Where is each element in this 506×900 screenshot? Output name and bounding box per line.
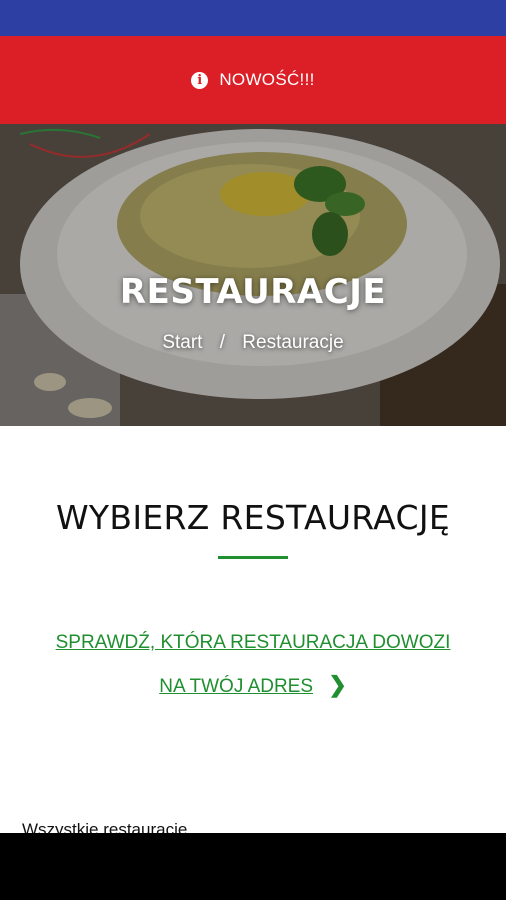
chevron-right-icon[interactable]: ❯ [328,664,346,706]
title-underline [218,556,288,559]
breadcrumb: Start / Restauracje [0,332,506,354]
status-bar [0,0,506,36]
breadcrumb-separator: / [219,332,225,353]
delivery-link-line2[interactable]: NA TWÓJ ADRES [159,676,313,697]
breadcrumb-home-link[interactable]: Start [162,332,202,353]
news-banner[interactable]: i NOWOŚĆ!!! [0,36,506,124]
navigation-bar [0,833,506,900]
delivery-check-link[interactable]: SPRAWDŹ, KTÓRA RESTAURACJA DOWOZI NA TWÓ… [0,622,506,708]
page-title: RESTAURACJE [119,272,387,312]
breadcrumb-current: Restauracje [242,332,344,353]
section-title: WYBIERZ RESTAURACJĘ [56,498,450,537]
delivery-link-line1[interactable]: SPRAWDŹ, KTÓRA RESTAURACJA DOWOZI [56,632,451,653]
news-banner-text: NOWOŚĆ!!! [219,70,315,89]
hero-banner: RESTAURACJE Start / Restauracje [0,124,506,426]
info-icon: i [191,71,209,89]
